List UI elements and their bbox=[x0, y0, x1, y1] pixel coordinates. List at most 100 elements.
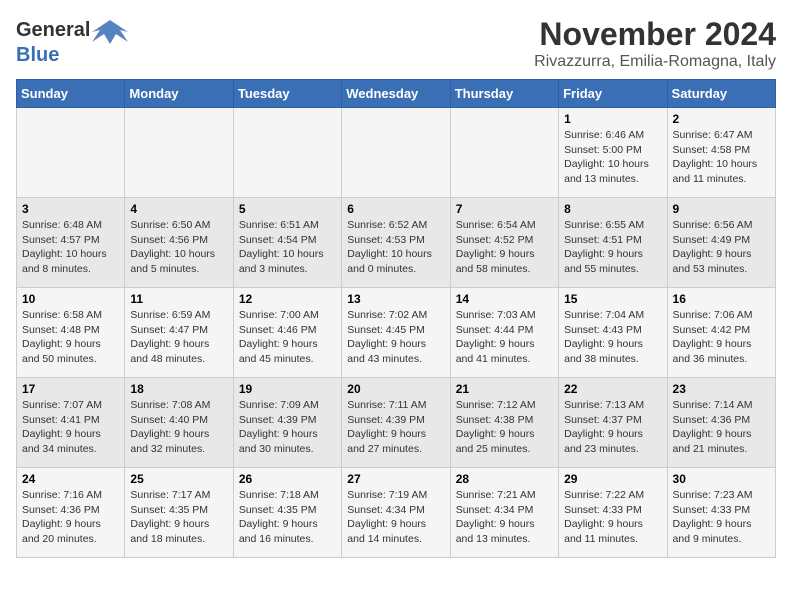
calendar-cell bbox=[125, 108, 233, 198]
calendar-cell: 7 Sunrise: 6:54 AMSunset: 4:52 PMDaylight… bbox=[450, 198, 558, 288]
day-info: Sunrise: 6:52 AMSunset: 4:53 PMDaylight:… bbox=[347, 218, 444, 277]
col-thursday: Thursday bbox=[450, 80, 558, 108]
calendar-cell: 29 Sunrise: 7:22 AMSunset: 4:33 PMDayligh… bbox=[559, 468, 667, 558]
day-info: Sunrise: 7:11 AMSunset: 4:39 PMDaylight:… bbox=[347, 398, 444, 457]
day-info: Sunrise: 7:03 AMSunset: 4:44 PMDaylight:… bbox=[456, 308, 553, 367]
col-friday: Friday bbox=[559, 80, 667, 108]
day-info: Sunrise: 7:17 AMSunset: 4:35 PMDaylight:… bbox=[130, 488, 227, 547]
calendar-cell: 27Sunrise: 7:19 AMSunset: 4:34 PMDayligh… bbox=[342, 468, 450, 558]
week-row-2: 3 Sunrise: 6:48 AMSunset: 4:57 PMDaylight… bbox=[17, 198, 776, 288]
day-info: Sunrise: 7:22 AMSunset: 4:33 PMDaylight:… bbox=[564, 488, 661, 547]
day-number: 24 bbox=[22, 472, 119, 486]
day-info: Sunrise: 7:16 AMSunset: 4:36 PMDaylight:… bbox=[22, 488, 119, 547]
day-info: Sunrise: 7:09 AMSunset: 4:39 PMDaylight:… bbox=[239, 398, 336, 457]
day-number: 16 bbox=[673, 292, 770, 306]
calendar-cell: 11 Sunrise: 6:59 AMSunset: 4:47 PMDayligh… bbox=[125, 288, 233, 378]
month-title: November 2024 bbox=[534, 16, 776, 53]
day-info: Sunrise: 7:08 AMSunset: 4:40 PMDaylight:… bbox=[130, 398, 227, 457]
day-info: Sunrise: 7:19 AMSunset: 4:34 PMDaylight:… bbox=[347, 488, 444, 547]
day-number: 15 bbox=[564, 292, 661, 306]
day-number: 14 bbox=[456, 292, 553, 306]
calendar-cell bbox=[17, 108, 125, 198]
week-row-3: 10 Sunrise: 6:58 AMSunset: 4:48 PMDayligh… bbox=[17, 288, 776, 378]
day-number: 17 bbox=[22, 382, 119, 396]
calendar-cell: 13Sunrise: 7:02 AMSunset: 4:45 PMDayligh… bbox=[342, 288, 450, 378]
calendar-cell: 8 Sunrise: 6:55 AMSunset: 4:51 PMDaylight… bbox=[559, 198, 667, 288]
calendar-cell: 30 Sunrise: 7:23 AMSunset: 4:33 PMDayligh… bbox=[667, 468, 775, 558]
day-number: 21 bbox=[456, 382, 553, 396]
day-number: 4 bbox=[130, 202, 227, 216]
day-number: 1 bbox=[564, 112, 661, 126]
calendar-table: Sunday Monday Tuesday Wednesday Thursday… bbox=[16, 79, 776, 558]
week-row-4: 17Sunrise: 7:07 AMSunset: 4:41 PMDayligh… bbox=[17, 378, 776, 468]
day-number: 25 bbox=[130, 472, 227, 486]
day-number: 28 bbox=[456, 472, 553, 486]
day-number: 20 bbox=[347, 382, 444, 396]
calendar-cell bbox=[342, 108, 450, 198]
day-info: Sunrise: 7:00 AMSunset: 4:46 PMDaylight:… bbox=[239, 308, 336, 367]
day-info: Sunrise: 7:12 AMSunset: 4:38 PMDaylight:… bbox=[456, 398, 553, 457]
day-number: 11 bbox=[130, 292, 227, 306]
day-info: Sunrise: 7:02 AMSunset: 4:45 PMDaylight:… bbox=[347, 308, 444, 367]
day-info: Sunrise: 7:06 AMSunset: 4:42 PMDaylight:… bbox=[673, 308, 770, 367]
calendar-cell: 16 Sunrise: 7:06 AMSunset: 4:42 PMDayligh… bbox=[667, 288, 775, 378]
day-number: 29 bbox=[564, 472, 661, 486]
col-wednesday: Wednesday bbox=[342, 80, 450, 108]
calendar-cell: 14 Sunrise: 7:03 AMSunset: 4:44 PMDayligh… bbox=[450, 288, 558, 378]
calendar-cell: 20 Sunrise: 7:11 AMSunset: 4:39 PMDayligh… bbox=[342, 378, 450, 468]
logo-bird-icon bbox=[92, 16, 128, 44]
calendar-cell: 12Sunrise: 7:00 AMSunset: 4:46 PMDayligh… bbox=[233, 288, 341, 378]
calendar-cell: 28 Sunrise: 7:21 AMSunset: 4:34 PMDayligh… bbox=[450, 468, 558, 558]
calendar-cell: 26 Sunrise: 7:18 AMSunset: 4:35 PMDayligh… bbox=[233, 468, 341, 558]
day-number: 8 bbox=[564, 202, 661, 216]
day-number: 18 bbox=[130, 382, 227, 396]
week-row-5: 24 Sunrise: 7:16 AMSunset: 4:36 PMDayligh… bbox=[17, 468, 776, 558]
logo-general-text: General bbox=[16, 19, 90, 42]
day-info: Sunrise: 6:51 AMSunset: 4:54 PMDaylight:… bbox=[239, 218, 336, 277]
day-info: Sunrise: 6:48 AMSunset: 4:57 PMDaylight:… bbox=[22, 218, 119, 277]
calendar-cell: 25 Sunrise: 7:17 AMSunset: 4:35 PMDayligh… bbox=[125, 468, 233, 558]
col-sunday: Sunday bbox=[17, 80, 125, 108]
calendar-cell: 2 Sunrise: 6:47 AMSunset: 4:58 PMDaylight… bbox=[667, 108, 775, 198]
day-number: 9 bbox=[673, 202, 770, 216]
day-info: Sunrise: 6:58 AMSunset: 4:48 PMDaylight:… bbox=[22, 308, 119, 367]
location-title: Rivazzurra, Emilia-Romagna, Italy bbox=[534, 53, 776, 71]
day-number: 2 bbox=[673, 112, 770, 126]
day-info: Sunrise: 6:50 AMSunset: 4:56 PMDaylight:… bbox=[130, 218, 227, 277]
day-info: Sunrise: 7:21 AMSunset: 4:34 PMDaylight:… bbox=[456, 488, 553, 547]
week-row-1: 1Sunrise: 6:46 AMSunset: 5:00 PMDaylight… bbox=[17, 108, 776, 198]
day-number: 26 bbox=[239, 472, 336, 486]
day-info: Sunrise: 6:55 AMSunset: 4:51 PMDaylight:… bbox=[564, 218, 661, 277]
day-number: 23 bbox=[673, 382, 770, 396]
calendar-header-row: Sunday Monday Tuesday Wednesday Thursday… bbox=[17, 80, 776, 108]
header: General Blue November 2024 Rivazzurra, E… bbox=[16, 16, 776, 71]
col-monday: Monday bbox=[125, 80, 233, 108]
day-info: Sunrise: 6:47 AMSunset: 4:58 PMDaylight:… bbox=[673, 128, 770, 187]
col-saturday: Saturday bbox=[667, 80, 775, 108]
calendar-cell: 3 Sunrise: 6:48 AMSunset: 4:57 PMDaylight… bbox=[17, 198, 125, 288]
day-number: 7 bbox=[456, 202, 553, 216]
calendar-cell: 4 Sunrise: 6:50 AMSunset: 4:56 PMDaylight… bbox=[125, 198, 233, 288]
day-info: Sunrise: 7:13 AMSunset: 4:37 PMDaylight:… bbox=[564, 398, 661, 457]
col-tuesday: Tuesday bbox=[233, 80, 341, 108]
calendar-cell: 5Sunrise: 6:51 AMSunset: 4:54 PMDaylight… bbox=[233, 198, 341, 288]
calendar-cell: 18 Sunrise: 7:08 AMSunset: 4:40 PMDayligh… bbox=[125, 378, 233, 468]
title-area: November 2024 Rivazzurra, Emilia-Romagna… bbox=[534, 16, 776, 71]
day-info: Sunrise: 7:23 AMSunset: 4:33 PMDaylight:… bbox=[673, 488, 770, 547]
calendar-cell: 15Sunrise: 7:04 AMSunset: 4:43 PMDayligh… bbox=[559, 288, 667, 378]
calendar-cell bbox=[233, 108, 341, 198]
day-info: Sunrise: 6:59 AMSunset: 4:47 PMDaylight:… bbox=[130, 308, 227, 367]
calendar-cell: 9Sunrise: 6:56 AMSunset: 4:49 PMDaylight… bbox=[667, 198, 775, 288]
calendar-cell: 23 Sunrise: 7:14 AMSunset: 4:36 PMDayligh… bbox=[667, 378, 775, 468]
calendar-cell: 1Sunrise: 6:46 AMSunset: 5:00 PMDaylight… bbox=[559, 108, 667, 198]
day-info: Sunrise: 6:54 AMSunset: 4:52 PMDaylight:… bbox=[456, 218, 553, 277]
day-number: 10 bbox=[22, 292, 119, 306]
calendar-cell: 10 Sunrise: 6:58 AMSunset: 4:48 PMDayligh… bbox=[17, 288, 125, 378]
day-number: 19 bbox=[239, 382, 336, 396]
day-number: 30 bbox=[673, 472, 770, 486]
logo: General Blue bbox=[16, 16, 128, 67]
calendar-cell: 21 Sunrise: 7:12 AMSunset: 4:38 PMDayligh… bbox=[450, 378, 558, 468]
day-info: Sunrise: 7:14 AMSunset: 4:36 PMDaylight:… bbox=[673, 398, 770, 457]
day-info: Sunrise: 7:18 AMSunset: 4:35 PMDaylight:… bbox=[239, 488, 336, 547]
day-number: 3 bbox=[22, 202, 119, 216]
